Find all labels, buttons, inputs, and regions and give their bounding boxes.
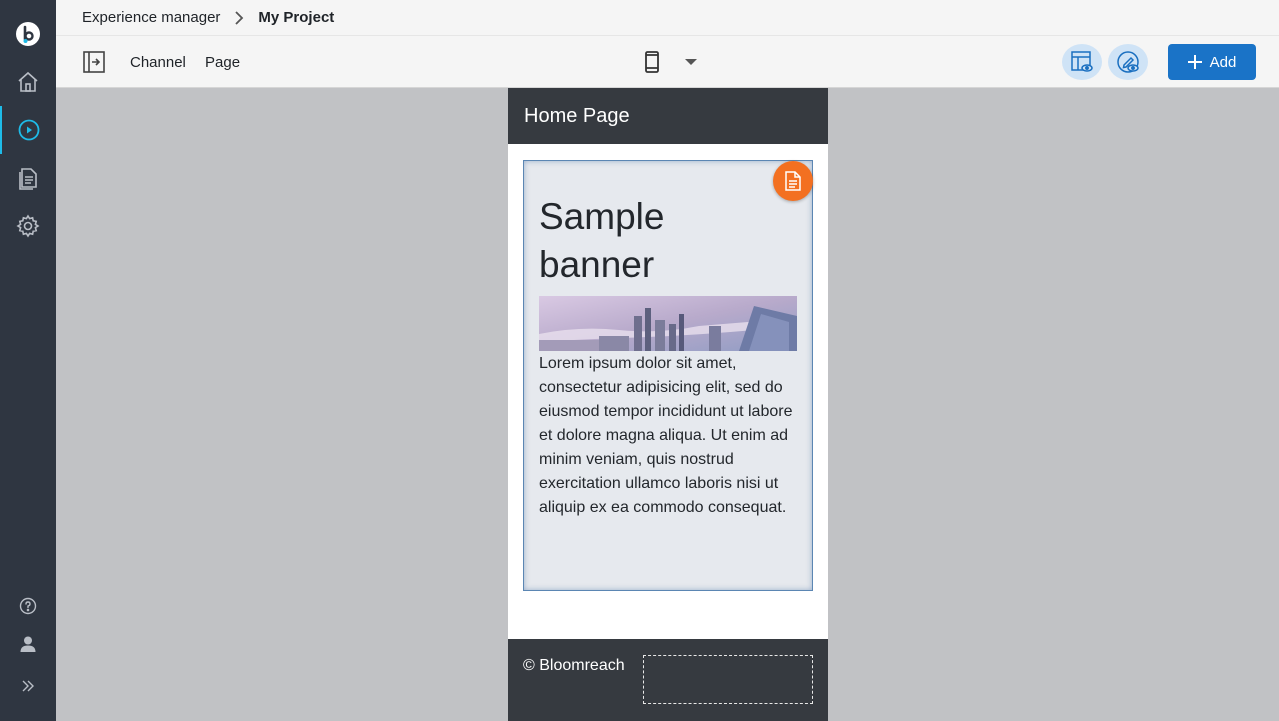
banner-body-text: Lorem ipsum dolor sit amet, consectetur … (539, 355, 793, 516)
document-icon (785, 171, 801, 191)
user-icon[interactable] (0, 620, 56, 668)
breadcrumb: Experience manager My Project (56, 0, 1279, 36)
banner-component[interactable]: Sample banner Lorem ipsum dolor sit amet… (523, 160, 813, 591)
plus-icon (1187, 55, 1202, 69)
page-preview-button[interactable] (1062, 44, 1102, 80)
page-preview: Home Page Sample banner Lorem ipsum dolo… (508, 88, 828, 721)
preview-header: Home Page (508, 88, 828, 144)
experience-manager-icon[interactable] (0, 106, 56, 154)
mobile-device-icon[interactable] (644, 36, 660, 88)
preview-footer: © Bloomreach (508, 639, 828, 721)
toolbar: Channel Page Add (56, 36, 1279, 88)
breadcrumb-app-link[interactable]: Experience manager (82, 9, 220, 26)
expand-icon[interactable] (0, 662, 56, 710)
edit-content-button[interactable] (773, 161, 813, 201)
side-nav (0, 0, 56, 721)
toggle-sidebar-icon[interactable] (82, 36, 106, 88)
preview-page-title: Home Page (524, 104, 630, 127)
logo-icon[interactable] (0, 10, 56, 58)
content-icon[interactable] (0, 154, 56, 202)
footer-copyright: © Bloomreach (523, 657, 625, 674)
edit-preview-button[interactable] (1108, 44, 1148, 80)
home-icon[interactable] (0, 58, 56, 106)
breadcrumb-current: My Project (258, 9, 335, 26)
banner-title: Sample banner (539, 196, 665, 285)
footer-empty-container[interactable] (643, 655, 813, 704)
page-menu[interactable]: Page (205, 36, 240, 88)
edit-eye-icon (1116, 50, 1140, 74)
add-button-label: Add (1209, 53, 1237, 71)
settings-icon[interactable] (0, 202, 56, 250)
chevron-right-icon (234, 10, 244, 25)
chevron-down-icon[interactable] (684, 36, 698, 88)
add-button[interactable]: Add (1168, 44, 1256, 80)
channel-menu[interactable]: Channel (130, 36, 186, 88)
layout-eye-icon (1070, 50, 1094, 74)
banner-image (539, 296, 797, 351)
